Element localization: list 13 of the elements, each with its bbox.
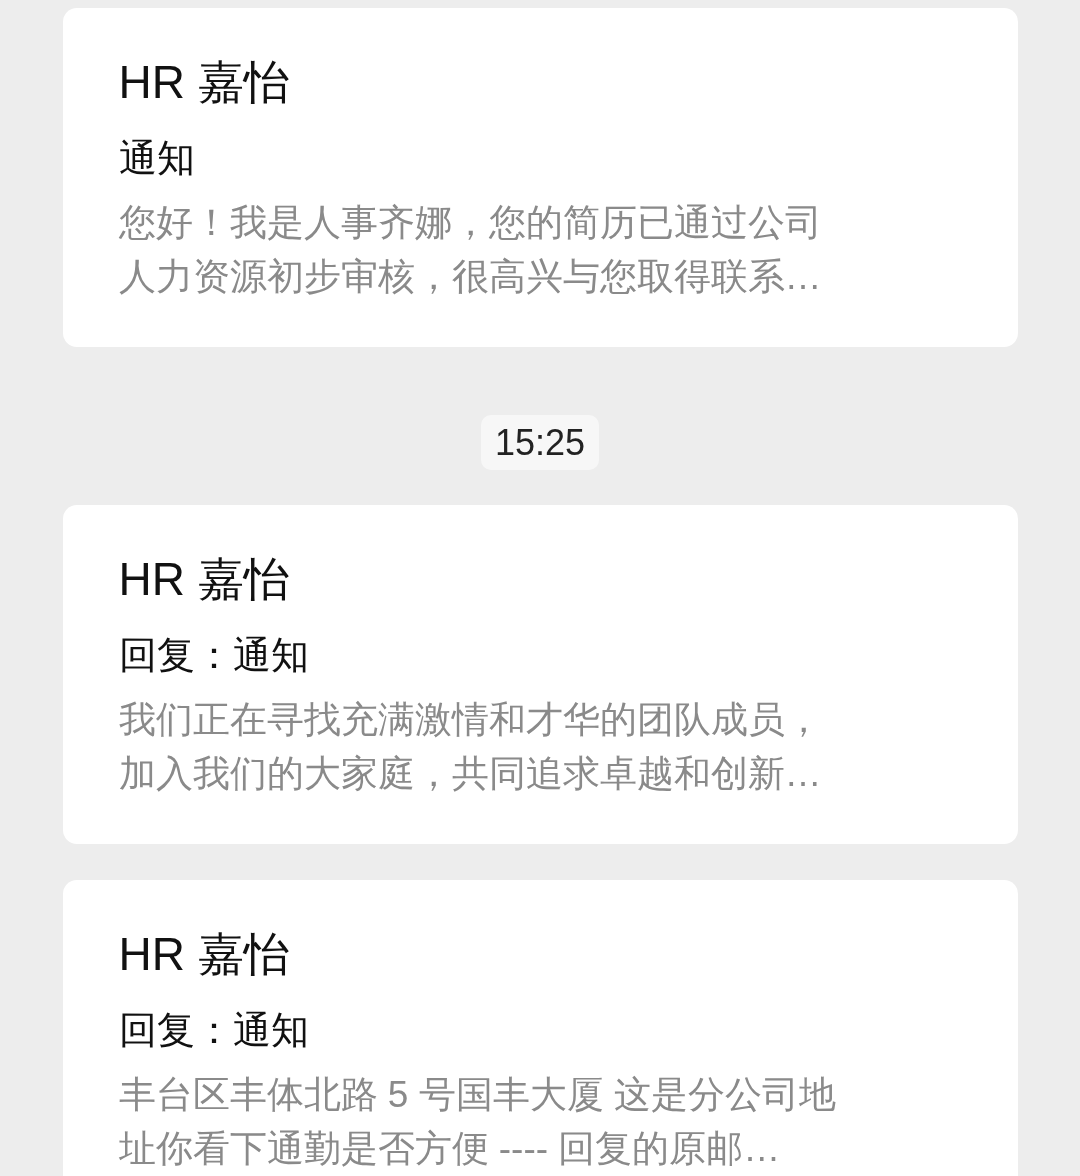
- message-preview: 丰台区丰体北路 5 号国丰大厦 这是分公司地 址你看下通勤是否方便 ---- 回复的原邮…: [118, 1073, 836, 1171]
- message-subject: 回复：通知: [118, 1008, 309, 1053]
- message-subject: 通知: [118, 136, 195, 181]
- message-subject: 回复：通知: [118, 633, 309, 678]
- message-card[interactable]: HR 嘉怡 通知 您好！我是人事齐娜，您的简历已通过公司 人力资源初步审核，很高兴与您取得联系…: [62, 8, 1018, 347]
- sender-name: HR 嘉怡: [118, 55, 290, 110]
- sender-name: HR 嘉怡: [118, 927, 290, 982]
- timestamp: 15:25: [480, 415, 600, 470]
- message-card[interactable]: HR 嘉怡 回复：通知 我们正在寻找充满激情和才华的团队成员， 加入我们的大家庭，共同追求卓越和创新…: [62, 505, 1018, 844]
- message-preview: 您好！我是人事齐娜，您的简历已通过公司 人力资源初步审核，很高兴与您取得联系…: [118, 201, 822, 299]
- message-card[interactable]: HR 嘉怡 回复：通知 丰台区丰体北路 5 号国丰大厦 这是分公司地 址你看下通勤是否方便 ---- 回复的原邮…: [62, 880, 1018, 1176]
- message-preview: 我们正在寻找充满激情和才华的团队成员， 加入我们的大家庭，共同追求卓越和创新…: [118, 698, 822, 796]
- sender-name: HR 嘉怡: [118, 552, 290, 607]
